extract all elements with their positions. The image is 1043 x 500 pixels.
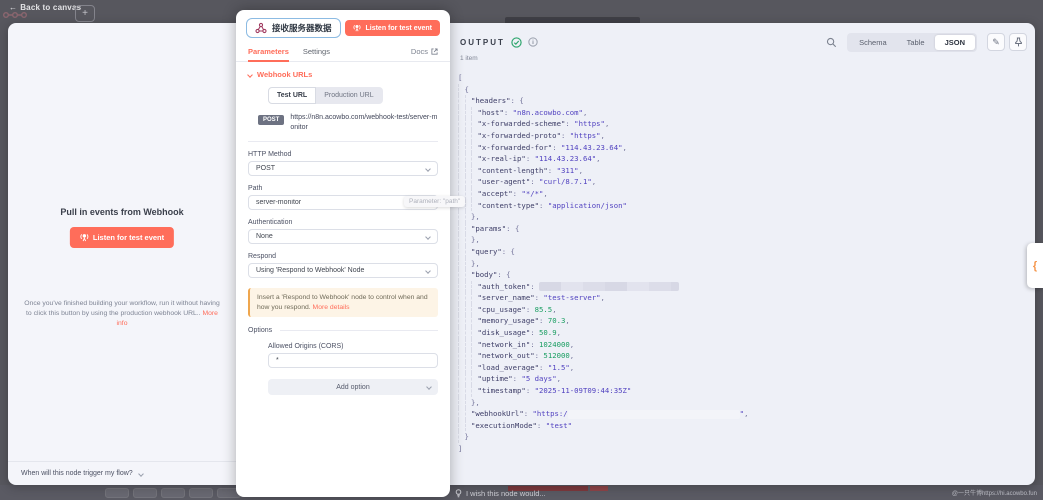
webhook-urls-label: Webhook URLs [257,70,312,79]
node-settings-panel: 接收服务器数据 Listen for test event Parameters… [236,10,450,497]
tab-settings[interactable]: Settings [303,42,330,61]
node-title: 接收服务器数据 [272,22,332,34]
new-tab-button[interactable]: + [75,5,95,22]
http-method-value: POST [256,165,275,172]
options-section-header: Options [248,327,438,334]
chevron-down-icon [426,384,432,390]
dimmed-progress-bar [590,486,608,491]
cors-field [268,353,438,368]
chevron-down-icon [425,166,431,172]
authentication-select[interactable]: None [248,229,438,244]
wish-label: I wish this node would... [466,489,546,498]
path-label: Path [248,185,438,192]
tab-parameters[interactable]: Parameters [248,42,289,61]
add-option-label: Add option [336,384,369,391]
dimmed-canvas-keys [133,488,157,498]
variable-selector-flyout[interactable]: { [1027,243,1043,288]
respond-notice: Insert a 'Respond to Webhook' node to co… [248,288,438,317]
output-item-count: 1 item [460,55,478,62]
method-badge: POST [258,115,284,125]
webhook-url-text: https://n8n.acowbo.com/webhook-test/serv… [290,113,438,132]
output-title: OUTPUT [460,38,505,47]
watermark-text: @一只牛博https://hi.acowbo.fun [952,488,1037,497]
add-option-button[interactable]: Add option [268,379,438,395]
authentication-label: Authentication [248,219,438,226]
screen: ←Back to canvas + I wish this node would… [0,0,1043,500]
respond-value: Using 'Respond to Webhook' Node [256,267,364,274]
respond-select[interactable]: Using 'Respond to Webhook' Node [248,263,438,278]
lightbulb-icon [455,489,462,498]
output-panel: OUTPUT Schema Table JSON ✎ 1 item [{"hea… [450,23,1035,485]
production-url-button[interactable]: Production URL [316,87,382,104]
input-panel-heading: Pull in events from Webhook [8,207,236,217]
pin-data-button[interactable] [1009,33,1027,51]
edit-output-button[interactable]: ✎ [987,33,1005,51]
success-check-icon [511,37,522,48]
curly-brace-icon: { [1033,260,1037,272]
pin-icon [1014,37,1023,47]
path-parameter-tooltip: Parameter: "path" [404,196,465,207]
options-label: Options [248,327,272,334]
chevron-down-icon [425,268,431,274]
listen-button-label: Listen for test event [365,25,432,32]
http-method-select[interactable]: POST [248,161,438,176]
listen-pulse-icon [353,24,361,32]
http-method-label: HTTP Method [248,151,438,158]
dimmed-canvas-keys [189,488,213,498]
dimmed-canvas-keys [161,488,185,498]
listen-for-test-event-button[interactable]: Listen for test event [70,227,174,248]
view-mode-toggle: Schema Table JSON [847,33,977,52]
authentication-value: None [256,233,273,240]
webhook-node-icon [255,22,267,34]
view-table[interactable]: Table [897,35,935,50]
production-url-hint: Once you've finished building your workf… [21,299,223,329]
chevron-down-icon [247,72,253,78]
listen-button-label: Listen for test event [93,233,164,242]
node-tabs: Parameters Settings Docs [236,42,450,62]
back-to-canvas-link[interactable]: ←Back to canvas [9,3,81,12]
view-json[interactable]: JSON [935,35,975,50]
canvas-bottombar: I wish this node would... @一只牛博https://h… [0,485,1043,500]
canvas-topbar: ←Back to canvas + [0,0,1043,23]
chevron-down-icon [138,471,144,477]
url-env-toggle: Test URL Production URL [268,87,438,104]
node-details-view: Pull in events from Webhook Listen for t… [8,23,1035,485]
respond-label: Respond [248,253,438,260]
parameters-body: Webhook URLs Test URL Production URL POS… [236,62,450,395]
json-view: [{"headers": {"host": "n8n.acowbo.com","… [458,72,1031,455]
back-arrow-icon: ← [9,3,17,12]
search-icon[interactable] [826,37,837,48]
divider [248,141,438,142]
docs-link[interactable]: Docs [411,47,438,56]
listen-for-test-event-button-top[interactable]: Listen for test event [345,20,440,36]
cors-label: Allowed Origins (CORS) [268,343,438,350]
node-header: 接收服务器数据 Listen for test event [236,10,450,42]
pencil-icon: ✎ [992,37,1000,48]
more-details-link[interactable]: More details [313,304,350,311]
node-title-box[interactable]: 接收服务器数据 [246,18,341,38]
output-header: OUTPUT Schema Table JSON ✎ [460,33,1027,51]
trigger-info-label: When will this node trigger my flow? [21,470,133,477]
dimmed-canvas-keys [105,488,129,498]
info-icon[interactable] [528,37,538,47]
view-schema[interactable]: Schema [849,35,897,50]
test-url-button[interactable]: Test URL [268,87,316,104]
input-panel: Pull in events from Webhook Listen for t… [8,23,236,485]
listen-pulse-icon [80,233,89,242]
chevron-down-icon [425,234,431,240]
trigger-info-footer[interactable]: When will this node trigger my flow? [8,461,236,485]
webhook-url-row[interactable]: POST https://n8n.acowbo.com/webhook-test… [258,113,438,132]
cors-input[interactable] [276,357,430,364]
webhook-urls-section-header[interactable]: Webhook URLs [248,70,438,79]
wish-feedback-bar[interactable]: I wish this node would... [455,489,546,498]
